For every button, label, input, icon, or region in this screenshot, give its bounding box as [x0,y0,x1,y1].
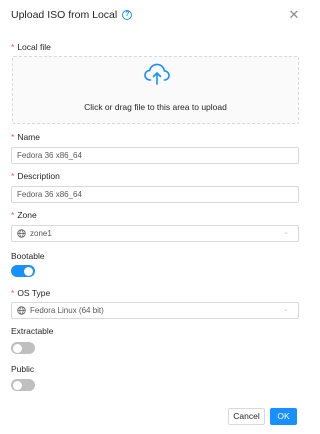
zone-select[interactable]: zone1 ⌄ [11,225,299,242]
bootable-label: Bootable [11,251,45,261]
chevron-down-icon: ⌄ [283,306,289,313]
chevron-down-icon: ⌄ [283,229,289,236]
close-icon[interactable]: ✕ [287,8,301,22]
toggle-knob [24,266,33,276]
zone-value: zone1 [30,229,52,238]
extractable-toggle[interactable] [11,342,35,354]
globe-icon [17,229,26,238]
os-type-label: * OS Type [11,288,51,298]
dialog-title: Upload ISO from Local [11,9,118,21]
local-file-label: * Local file [11,42,51,52]
public-toggle[interactable] [11,379,35,391]
os-type-value: Fedora Linux (64 bit) [30,306,104,315]
file-dropzone[interactable]: Click or drag file to this area to uploa… [12,56,299,124]
cloud-upload-icon [144,63,170,85]
dropzone-text: Click or drag file to this area to uploa… [84,102,227,112]
question-circle-icon[interactable]: ? [122,10,133,20]
required-mark: * [11,288,15,298]
required-mark: * [11,171,15,181]
ok-button[interactable]: OK [270,408,297,425]
required-mark: * [11,132,15,142]
zone-label: * Zone [11,210,37,220]
name-input[interactable]: Fedora 36 x86_64 [11,147,299,164]
cancel-button[interactable]: Cancel [228,408,265,425]
description-label: * Description [11,171,60,181]
description-input[interactable]: Fedora 36 x86_64 [11,186,299,203]
upload-iso-dialog: Upload ISO from Local ? ✕ * Local file Cl… [0,0,311,434]
os-type-select[interactable]: Fedora Linux (64 bit) ⌄ [11,302,299,319]
name-label: * Name [11,132,40,142]
extractable-label: Extractable [11,326,54,336]
toggle-knob [13,343,22,353]
bootable-toggle[interactable] [11,265,35,277]
dialog-header: Upload ISO from Local ? ✕ [11,6,301,24]
required-mark: * [11,210,15,220]
toggle-knob [13,380,22,390]
globe-icon [17,306,26,315]
required-mark: * [11,42,15,52]
public-label: Public [11,364,35,374]
